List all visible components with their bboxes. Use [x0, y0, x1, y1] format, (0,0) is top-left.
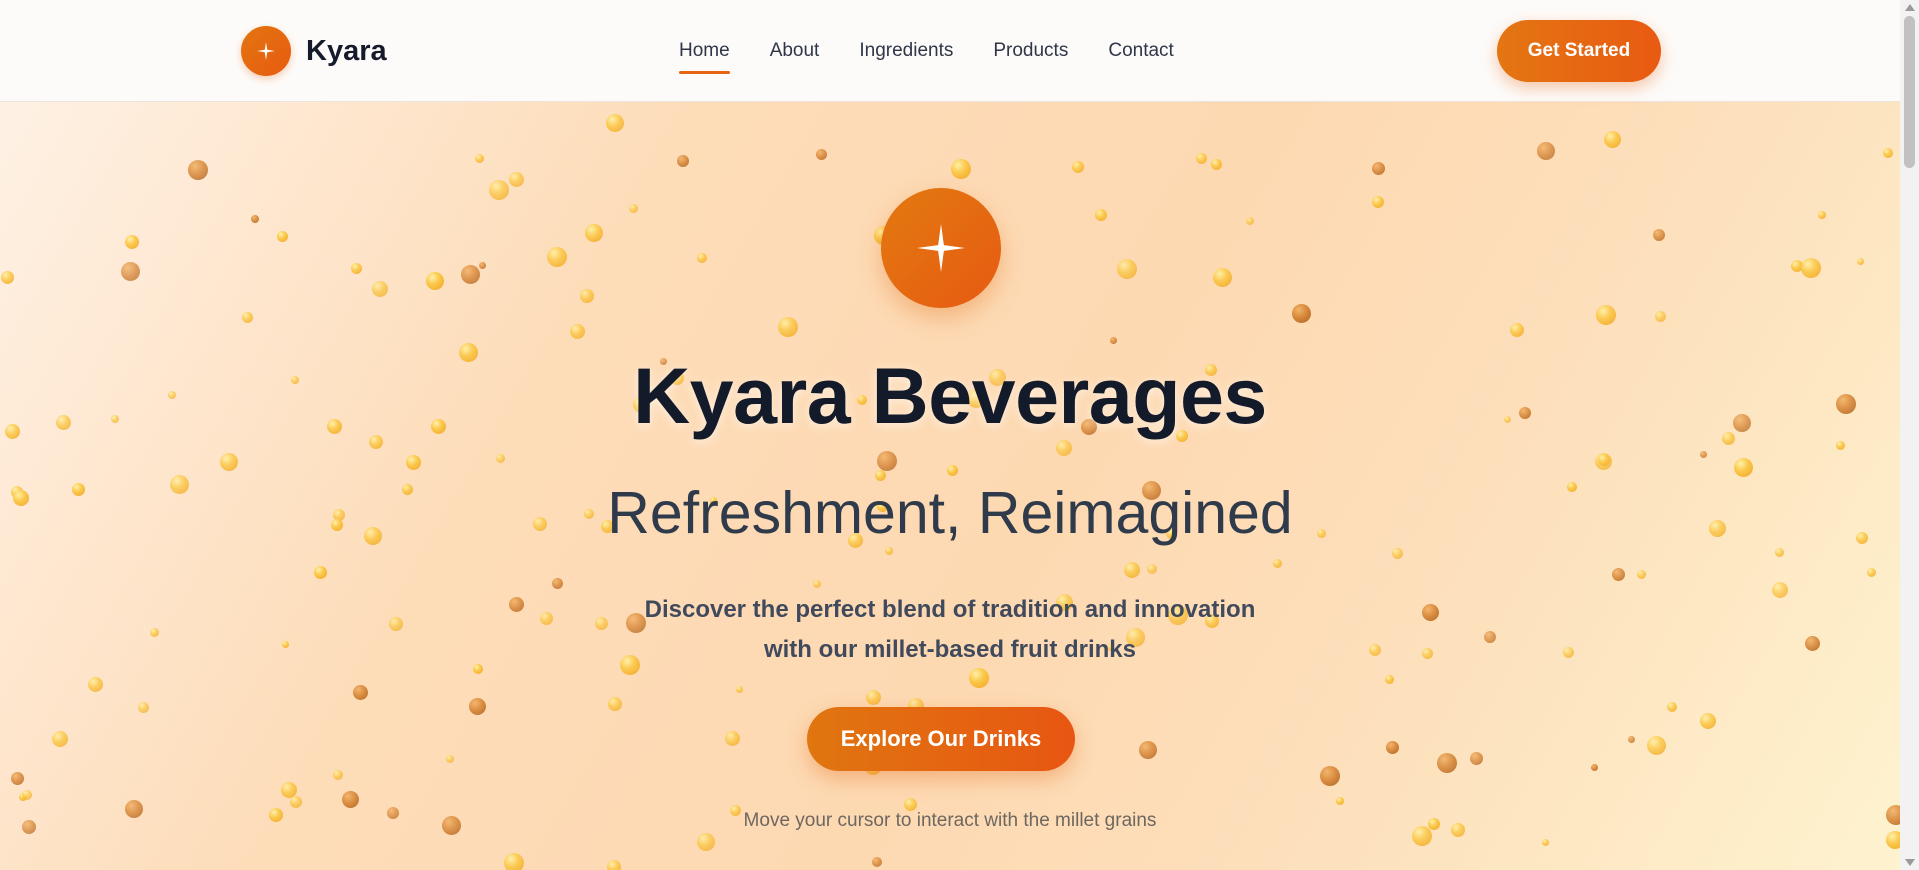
explore-drinks-button[interactable]: Explore Our Drinks — [807, 707, 1075, 771]
hero-description: Discover the perfect blend of tradition … — [600, 590, 1300, 670]
page-scrollbar[interactable] — [1900, 0, 1919, 870]
hero-description-line2: with our millet-based fruit drinks — [763, 636, 1137, 663]
hero-subtitle: Refreshment, Reimagined — [607, 480, 1293, 546]
nav-item-contact[interactable]: Contact — [1108, 32, 1173, 70]
hero-title: Kyara Beverages — [633, 351, 1267, 440]
nav-item-products[interactable]: Products — [993, 32, 1068, 70]
main-nav: Home About Ingredients Products Contact — [679, 0, 1174, 102]
scroll-thumb[interactable] — [1904, 16, 1915, 168]
sparkle-icon — [881, 188, 1001, 308]
get-started-button[interactable]: Get Started — [1497, 20, 1661, 82]
site-header: Kyara Home About Ingredients Products Co… — [0, 0, 1900, 102]
nav-item-about[interactable]: About — [770, 32, 820, 70]
scroll-down-arrow-icon[interactable] — [1905, 859, 1915, 866]
interaction-hint: Move your cursor to interact with the mi… — [743, 810, 1157, 831]
hero-content: Kyara Beverages Refreshment, Reimagined … — [0, 102, 1900, 870]
hero-section: Kyara Beverages Refreshment, Reimagined … — [0, 102, 1900, 870]
brand[interactable]: Kyara — [241, 26, 387, 76]
sparkle-icon — [241, 26, 291, 76]
nav-item-ingredients[interactable]: Ingredients — [859, 32, 953, 70]
scroll-up-arrow-icon[interactable] — [1905, 4, 1915, 11]
nav-item-home[interactable]: Home — [679, 32, 730, 74]
brand-name: Kyara — [306, 34, 387, 67]
hero-description-line1: Discover the perfect blend of tradition … — [644, 596, 1256, 623]
